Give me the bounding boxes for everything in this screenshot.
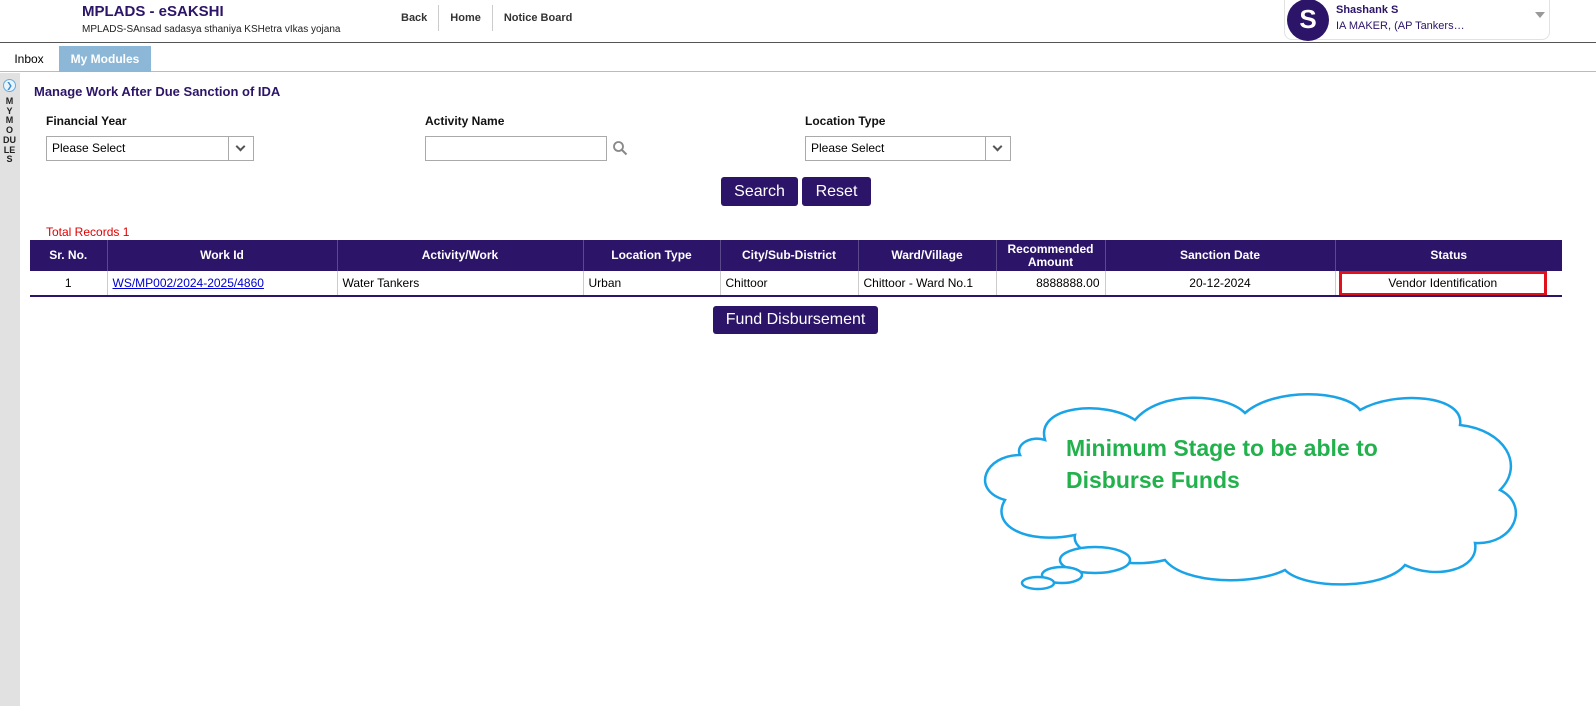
activity-name-label: Activity Name (425, 114, 505, 128)
top-navigation: Back Home Notice Board (390, 5, 583, 31)
callout-line-1: Minimum Stage to be able to (1066, 435, 1378, 461)
amount-cell: 8888888.00 (996, 271, 1106, 297)
side-rail-label[interactable]: MY MODULES (3, 96, 16, 165)
activity-name-input[interactable] (425, 136, 607, 161)
financial-year-dropdown-toggle[interactable] (228, 137, 253, 160)
module-tabs: Inbox My Modules (0, 44, 1596, 72)
activity-cell: Water Tankers (337, 271, 584, 297)
app-title[interactable]: MPLADS - eSAKSHI (82, 3, 224, 20)
table-row: 1 WS/MP002/2024-2025/4860 Water Tankers … (30, 271, 1562, 297)
app-header: MPLADS - eSAKSHI MPLADS-SAnsad sadasya s… (0, 0, 1596, 43)
back-link[interactable]: Back (390, 5, 440, 31)
work-id-link[interactable]: WS/MP002/2024-2025/4860 (113, 276, 264, 290)
sr-no-cell: 1 (30, 271, 108, 297)
financial-year-value: Please Select (52, 141, 126, 155)
column-header: Sanction Date (1105, 240, 1336, 271)
chevron-down-icon (992, 141, 1003, 152)
column-header: City/Sub-District (720, 240, 859, 271)
page-title: Manage Work After Due Sanction of IDA (34, 84, 281, 99)
search-button[interactable]: Search (721, 177, 798, 206)
location-type-label: Location Type (805, 114, 886, 128)
table-header-row: Sr. No. Work Id Activity/Work Location T… (30, 240, 1562, 271)
status-badge: Vendor Identification (1338, 271, 1547, 294)
column-header: Location Type (583, 240, 721, 271)
column-header: Status (1335, 240, 1562, 271)
tab-my-modules[interactable]: My Modules (59, 46, 151, 72)
chevron-down-icon[interactable] (1535, 12, 1545, 18)
reset-button[interactable]: Reset (802, 177, 871, 206)
cloud-bubble-small (1020, 575, 1056, 591)
callout-text: Minimum Stage to be able to Disburse Fun… (1066, 432, 1426, 496)
notice-board-link[interactable]: Notice Board (493, 5, 583, 31)
column-header: Activity/Work (337, 240, 584, 271)
fund-disbursement-button[interactable]: Fund Disbursement (713, 306, 878, 334)
total-records: Total Records 1 (46, 225, 130, 239)
sanction-date-cell: 20-12-2024 (1105, 271, 1336, 297)
modules-side-rail[interactable]: ❯ MY MODULES (0, 73, 20, 706)
user-name: Shashank S (1336, 4, 1399, 16)
column-header: Recommended Amount (996, 240, 1106, 271)
expand-arrow-icon[interactable]: ❯ (3, 79, 16, 92)
city-cell: Chittoor (720, 271, 859, 297)
column-header: Work Id (107, 240, 338, 271)
search-icon[interactable] (612, 140, 628, 156)
location-type-select[interactable]: Please Select (805, 136, 1011, 161)
callout-line-2: Disburse Funds (1066, 467, 1240, 493)
location-type-cell: Urban (583, 271, 721, 297)
financial-year-select[interactable]: Please Select (46, 136, 254, 161)
home-link[interactable]: Home (439, 5, 493, 31)
user-role: IA MAKER, (AP Tankers… (1336, 20, 1465, 32)
work-id-cell: WS/MP002/2024-2025/4860 (107, 271, 338, 297)
avatar: S (1287, 0, 1329, 41)
chevron-down-icon (235, 141, 246, 152)
location-type-value: Please Select (811, 141, 885, 155)
location-type-dropdown-toggle[interactable] (985, 137, 1010, 160)
financial-year-label: Financial Year (46, 114, 127, 128)
ward-cell: Chittoor - Ward No.1 (858, 271, 997, 297)
status-cell: Vendor Identification (1335, 271, 1562, 297)
column-header: Ward/Village (858, 240, 997, 271)
column-header: Sr. No. (30, 240, 108, 271)
works-table: Sr. No. Work Id Activity/Work Location T… (30, 240, 1562, 297)
user-menu[interactable]: S Shashank S IA MAKER, (AP Tankers… (1284, 0, 1550, 41)
app-subtitle: MPLADS-SAnsad sadasya sthaniya KSHetra v… (82, 24, 341, 35)
tab-inbox[interactable]: Inbox (0, 46, 58, 72)
